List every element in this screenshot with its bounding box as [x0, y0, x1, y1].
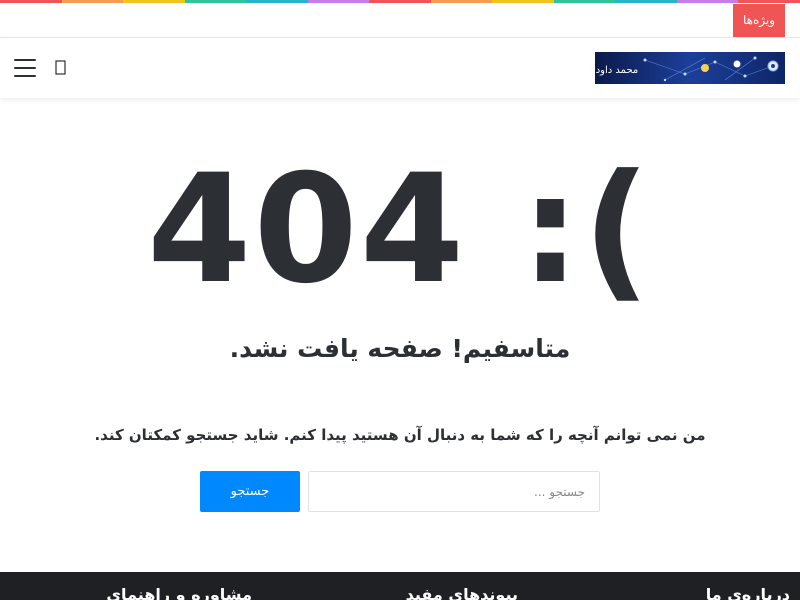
search-form: جستجو [200, 471, 600, 512]
error-description: من نمی توانم آنچه را که شما به دنبال آن … [94, 426, 706, 444]
search-button[interactable]: جستجو [200, 471, 300, 512]
hamburger-icon[interactable] [14, 59, 36, 77]
search-input[interactable] [308, 471, 600, 512]
logo-text: محمد داود [596, 65, 639, 76]
footer-heading-links: پیوندهای مفید [405, 585, 518, 600]
site-footer: درباره‌ی ما پیوندهای مفید مشاوره و راهنم… [0, 572, 800, 600]
error-title: متاسفیم! صفحه یافت نشد. [229, 334, 571, 363]
features-button[interactable]: ویژه‌ها [732, 4, 785, 37]
footer-heading-about: درباره‌ی ما [705, 585, 790, 600]
search-icon[interactable] [55, 60, 67, 76]
footer-heading-consulting: مشاوره و راهنمای [106, 585, 252, 600]
site-header: محمد داود [0, 38, 800, 98]
top-bar: ویژه‌ها [0, 3, 800, 38]
error-code: 404 :( [147, 143, 653, 317]
site-logo[interactable]: محمد داود [595, 52, 785, 84]
